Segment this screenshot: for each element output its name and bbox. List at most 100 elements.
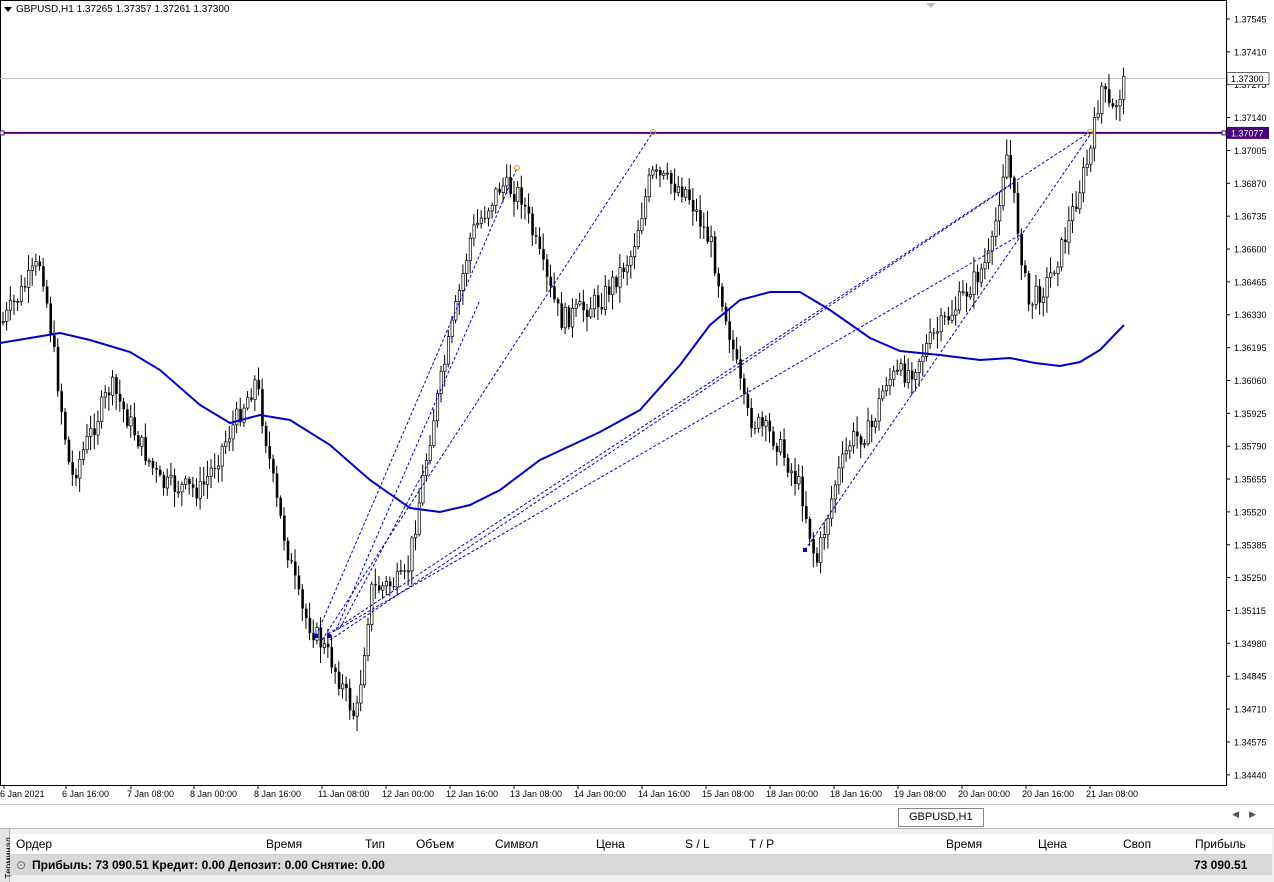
candle-body-bull bbox=[89, 428, 93, 437]
candle-body-bull bbox=[1078, 192, 1082, 210]
candle-body-bull bbox=[764, 420, 768, 427]
col-order[interactable]: Ордер bbox=[16, 837, 52, 851]
candle-body-bull bbox=[253, 379, 257, 401]
candle-body-bull bbox=[881, 390, 885, 400]
candle-body-bull bbox=[169, 475, 173, 478]
candle-body-bear bbox=[268, 446, 272, 459]
price-tick-label: 1.35655 bbox=[1234, 475, 1267, 485]
candle-body-bear bbox=[615, 277, 618, 288]
candle-body-bear bbox=[1024, 265, 1027, 274]
tab-gbpusd-h1[interactable]: GBPUSD,H1 bbox=[898, 808, 984, 827]
candle-body-bull bbox=[81, 449, 86, 460]
tab-scroll-arrows-icon[interactable]: ◀▶ bbox=[1232, 809, 1266, 820]
candle-body-bull bbox=[841, 453, 845, 469]
candle-body-bull bbox=[220, 446, 224, 467]
candle-body-bear bbox=[257, 379, 261, 390]
candle-body-bear bbox=[38, 261, 42, 267]
candle-body-bull bbox=[505, 176, 509, 187]
dropdown-triangle-icon[interactable] bbox=[4, 6, 12, 12]
candle-body-bear bbox=[483, 218, 487, 220]
price-tick-label: 1.35925 bbox=[1234, 409, 1267, 419]
candle-body-bull bbox=[176, 491, 180, 494]
time-tick-label: 20 Jan 16:00 bbox=[1022, 789, 1074, 799]
time-tick-label: 20 Jan 00:00 bbox=[958, 789, 1010, 799]
candle-body-bull bbox=[863, 443, 867, 446]
candle-body-bear bbox=[126, 409, 129, 426]
candle-body-bear bbox=[534, 235, 538, 237]
candle-body-bear bbox=[812, 538, 815, 554]
candle-body-bull bbox=[695, 209, 699, 212]
candle-body-bear bbox=[374, 584, 377, 586]
balance-summary-row[interactable]: ⊙ Прибыль: 73 090.51 Кредит: 0.00 Депози… bbox=[10, 855, 1272, 875]
price-tick-label: 1.35115 bbox=[1234, 606, 1266, 616]
col-type[interactable]: Тип bbox=[365, 837, 385, 851]
time-tick-label: 19 Jan 08:00 bbox=[894, 789, 946, 799]
candle-body-bear bbox=[107, 392, 111, 396]
candle-body-bull bbox=[684, 189, 688, 198]
terminal-bottom-strip bbox=[10, 876, 1272, 882]
candle-body-bull bbox=[428, 445, 432, 461]
candle-body-bull bbox=[227, 438, 232, 443]
trendline-anchor bbox=[327, 634, 331, 638]
col-time[interactable]: Время bbox=[266, 837, 302, 851]
candle-body-bear bbox=[680, 186, 684, 198]
candle-body-bear bbox=[732, 339, 735, 350]
col-swap[interactable]: Своп bbox=[1123, 837, 1151, 851]
col-volume[interactable]: Объем bbox=[416, 837, 454, 851]
candle-body-bear bbox=[319, 627, 323, 648]
candle-body-bull bbox=[757, 416, 761, 429]
candle-body-bull bbox=[30, 265, 34, 271]
col-sl[interactable]: S / L bbox=[685, 837, 710, 851]
price-tick-label: 1.36735 bbox=[1234, 212, 1267, 222]
candle-body-bull bbox=[399, 570, 403, 572]
candle-body-bear bbox=[403, 570, 407, 572]
candle-body-bull bbox=[231, 424, 235, 440]
time-tick-label: 7 Jan 08:00 bbox=[127, 789, 174, 799]
candle-body-bull bbox=[633, 246, 637, 258]
time-tick-label: 15 Jan 08:00 bbox=[702, 789, 754, 799]
candle-body-bear bbox=[155, 468, 158, 470]
candle-body-bear bbox=[607, 286, 611, 295]
candle-body-bear bbox=[728, 321, 731, 340]
candle-body-bear bbox=[622, 267, 626, 272]
candle-body-bear bbox=[805, 506, 808, 519]
col-tp[interactable]: T / P bbox=[749, 837, 774, 851]
price-tick-label: 1.36465 bbox=[1234, 277, 1267, 287]
candle-body-bear bbox=[162, 474, 166, 489]
candle-body-bear bbox=[213, 468, 217, 470]
col-price[interactable]: Цена bbox=[596, 837, 625, 851]
price-tick-label: 1.37005 bbox=[1234, 146, 1267, 156]
candle-body-bear bbox=[801, 476, 804, 507]
candle-body-bull bbox=[892, 370, 896, 380]
candle-body-bull bbox=[936, 331, 940, 334]
candle-body-bull bbox=[968, 294, 973, 298]
col-symbol[interactable]: Символ bbox=[495, 837, 538, 851]
col-time2[interactable]: Время bbox=[946, 837, 982, 851]
candle-body-bear bbox=[775, 445, 779, 452]
price-tick-label: 1.35385 bbox=[1234, 540, 1267, 550]
col-profit[interactable]: Прибыль bbox=[1195, 837, 1246, 851]
candle-body-bull bbox=[665, 172, 670, 175]
price-chart[interactable]: 1.375451.374101.372751.371401.370051.368… bbox=[0, 0, 1274, 804]
candle-body-bull bbox=[979, 268, 983, 283]
candle-body-bull bbox=[873, 420, 878, 428]
candle-body-bear bbox=[527, 206, 531, 214]
candle-body-bear bbox=[60, 391, 63, 412]
candle-body-bear bbox=[345, 683, 348, 688]
candle-body-bull bbox=[990, 236, 994, 252]
candle-body-bull bbox=[790, 470, 794, 474]
time-tick-label: 8 Jan 00:00 bbox=[190, 789, 237, 799]
col-price2[interactable]: Цена bbox=[1038, 837, 1067, 851]
candle-body-bear bbox=[334, 667, 337, 672]
candle-body-bear bbox=[786, 457, 790, 473]
terminal-side-label[interactable]: Терминал bbox=[0, 829, 14, 882]
candle-body-bull bbox=[844, 450, 848, 455]
chart-window[interactable]: 1.37545 1.37410 1.37275 1.37140 1.37005 1.368… bbox=[0, 0, 1274, 804]
price-tick-label: 1.37410 bbox=[1234, 47, 1267, 57]
candle-body-bull bbox=[1100, 85, 1104, 114]
candle-body-bull bbox=[819, 537, 823, 563]
candle-body-bull bbox=[1092, 117, 1097, 149]
candle-body-bull bbox=[1056, 266, 1060, 274]
candle-body-bear bbox=[531, 213, 534, 236]
candle-body-bull bbox=[446, 336, 451, 365]
